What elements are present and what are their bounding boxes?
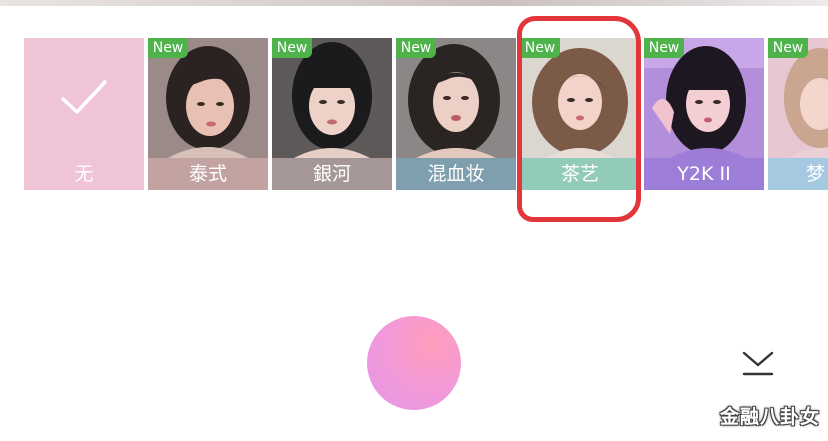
filter-label: 泰式: [148, 158, 268, 190]
filter-label: 混血妆: [396, 158, 516, 190]
new-badge: New: [148, 38, 188, 58]
filter-y2k-ii[interactable]: New Y2K II: [644, 38, 764, 190]
new-badge: New: [644, 38, 684, 58]
top-image-strip: [0, 0, 828, 6]
new-badge: New: [272, 38, 312, 58]
new-badge: New: [768, 38, 808, 58]
capture-button[interactable]: [367, 316, 461, 410]
filter-mixed-makeup[interactable]: New 混血妆: [396, 38, 516, 190]
filter-label: 銀河: [272, 158, 392, 190]
new-badge: New: [396, 38, 436, 58]
filter-label: 茶艺: [520, 158, 640, 190]
watermark: 金融八卦女: [719, 406, 820, 428]
check-icon: [61, 80, 107, 114]
filter-row: 无 New 泰式 New 銀河 New 混血妆 New 茶艺 New Y2K I…: [24, 38, 828, 190]
filter-galaxy[interactable]: New 銀河: [272, 38, 392, 190]
filter-label: Y2K II: [644, 158, 764, 190]
new-badge: New: [520, 38, 560, 58]
chevron-down-icon[interactable]: [741, 350, 775, 378]
filter-tea-art[interactable]: New 茶艺: [520, 38, 640, 190]
filter-none[interactable]: 无: [24, 38, 144, 190]
filter-label: 梦: [768, 158, 828, 190]
filter-label: 无: [74, 163, 94, 185]
filter-thai[interactable]: New 泰式: [148, 38, 268, 190]
filter-dream[interactable]: New 梦: [768, 38, 828, 190]
